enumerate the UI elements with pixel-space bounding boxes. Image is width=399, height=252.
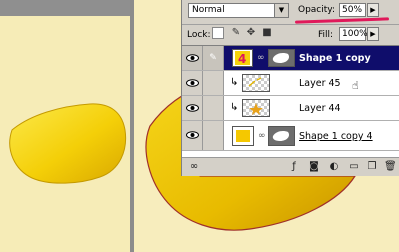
add-mask-icon[interactable]: ◙ (308, 161, 320, 173)
eye-icon[interactable] (182, 71, 203, 95)
opacity-input[interactable]: 50% (339, 3, 366, 17)
fill-slider-arrow-icon[interactable]: ▶ (367, 27, 379, 41)
layer-name: Layer 44 (299, 103, 341, 114)
layer-style-icon[interactable]: ƒ (288, 161, 300, 173)
opacity-label: Opacity: (298, 5, 335, 15)
layers-palette: Normal ▼ Opacity: 50% ▶ Lock: ✎ ✥ ■ Fill… (181, 0, 399, 176)
lock-pixels-brush-icon[interactable]: ✎ (230, 27, 242, 39)
chevron-down-icon[interactable]: ▼ (274, 4, 288, 17)
new-layer-icon[interactable]: ❐ (366, 161, 378, 173)
eye-icon[interactable] (182, 46, 203, 70)
lock-transparency-icon[interactable] (212, 27, 224, 39)
layer-row-layer-44[interactable]: ↳ Layer 44 (182, 96, 399, 121)
hand-cursor-icon: ☝ (352, 79, 359, 92)
link-layers-icon[interactable]: ∞ (188, 161, 200, 173)
divider (182, 24, 399, 25)
fill-input[interactable]: 100% (339, 27, 368, 41)
layers-bottom-toolbar: ∞ ƒ ◙ ◐ ▭ ❐ 🗑 (182, 157, 399, 176)
layer-thumbnail (242, 74, 270, 92)
eye-icon[interactable] (182, 96, 203, 120)
new-group-icon[interactable]: ▭ (348, 161, 360, 173)
trash-icon[interactable]: 🗑 (384, 161, 397, 173)
lock-position-move-icon[interactable]: ✥ (245, 27, 257, 39)
vector-mask-thumbnail (268, 126, 295, 146)
lock-options: ✎ ✥ ■ (212, 27, 287, 40)
lock-all-icon[interactable]: ■ (261, 27, 273, 39)
layer-thumbnail (242, 99, 270, 117)
chain-link-icon[interactable]: ∞ (258, 131, 266, 141)
opacity-value: 50% (342, 5, 363, 15)
clipping-arrow-icon: ↳ (230, 102, 239, 113)
layer-name: Shape 1 copy 4 (299, 131, 373, 142)
fill-value: 100% (342, 29, 368, 39)
link-column[interactable] (203, 96, 224, 120)
layers-list: ✎ 4 ∞ Shape 1 copy ↳ Layer 45 ☝ ↳ Layer … (182, 45, 399, 157)
layer-name: Layer 45 (299, 78, 341, 89)
vector-mask-thumbnail (268, 49, 295, 67)
layer-row-shape-1-copy[interactable]: ✎ 4 ∞ Shape 1 copy (182, 46, 399, 71)
layer-name: Shape 1 copy (299, 53, 371, 64)
lock-label: Lock: (187, 30, 211, 40)
blend-mode-value: Normal (192, 5, 225, 15)
eye-icon[interactable] (182, 121, 203, 150)
annotation-underline (294, 17, 390, 24)
chain-link-icon[interactable]: ∞ (257, 53, 265, 63)
layer-row-layer-45[interactable]: ↳ Layer 45 ☝ (182, 71, 399, 96)
brush-icon[interactable]: ✎ (203, 46, 224, 70)
blend-mode-dropdown[interactable]: Normal ▼ (188, 3, 289, 18)
thumbnail-number: 4 (238, 52, 246, 66)
fill-label: Fill: (318, 30, 334, 40)
opacity-slider-arrow-icon[interactable]: ▶ (367, 3, 379, 17)
layer-thumbnail (232, 126, 254, 146)
link-column[interactable] (203, 71, 224, 95)
clipping-arrow-icon: ↳ (230, 77, 239, 88)
yellow-shape-small (9, 103, 127, 184)
layer-row-shape-1-copy-4[interactable]: ∞ Shape 1 copy 4 (182, 121, 399, 151)
adjustment-layer-icon[interactable]: ◐ (328, 161, 340, 173)
layer-thumbnail: 4 (232, 49, 253, 67)
link-column[interactable] (203, 121, 224, 150)
